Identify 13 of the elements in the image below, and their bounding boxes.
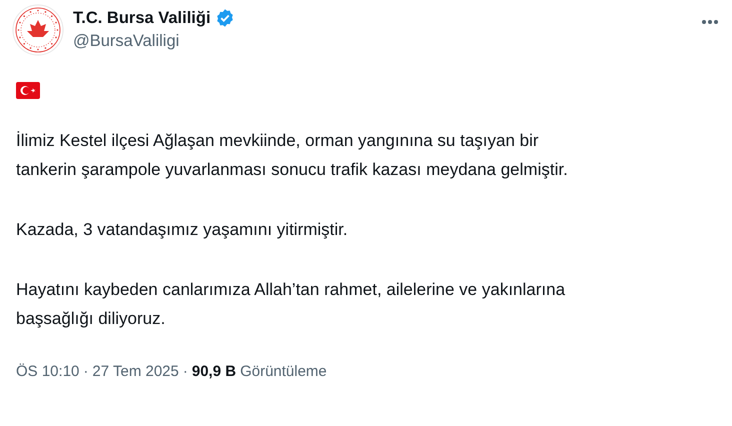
- post-time[interactable]: ÖS 10:10: [16, 363, 80, 380]
- post-paragraph: Hayatını kaybeden canlarımıza Allah’tan rahmet, ailelerine ve yakınlarına başsağlığı diliyoruz.: [16, 279, 566, 330]
- post-date[interactable]: 27 Tem 2025: [92, 363, 179, 380]
- views-label: Görüntüleme: [240, 363, 327, 380]
- separator-dot: ·: [83, 363, 88, 380]
- account-name[interactable]: T.C. Bursa Valiliği: [73, 8, 211, 28]
- avatar-emblem-icon[interactable]: [12, 4, 64, 56]
- account-handle[interactable]: @BursaValiligi: [73, 32, 235, 51]
- flag-icon: [16, 82, 40, 99]
- separator-dot: ·: [182, 363, 188, 380]
- post-paragraph: İlimiz Kestel ilçesi Ağlaşan mevkiinde, orman yangınına su taşıyan bir tankerin şarampole yuvarlanması sonucu trafik kazası meydana gelmiştir.: [16, 130, 569, 181]
- post-paragraph: Kazada, 3 vatandaşımız yaşamını yitirmiştir.: [16, 219, 349, 241]
- view-count: 90,9 B: [192, 363, 236, 380]
